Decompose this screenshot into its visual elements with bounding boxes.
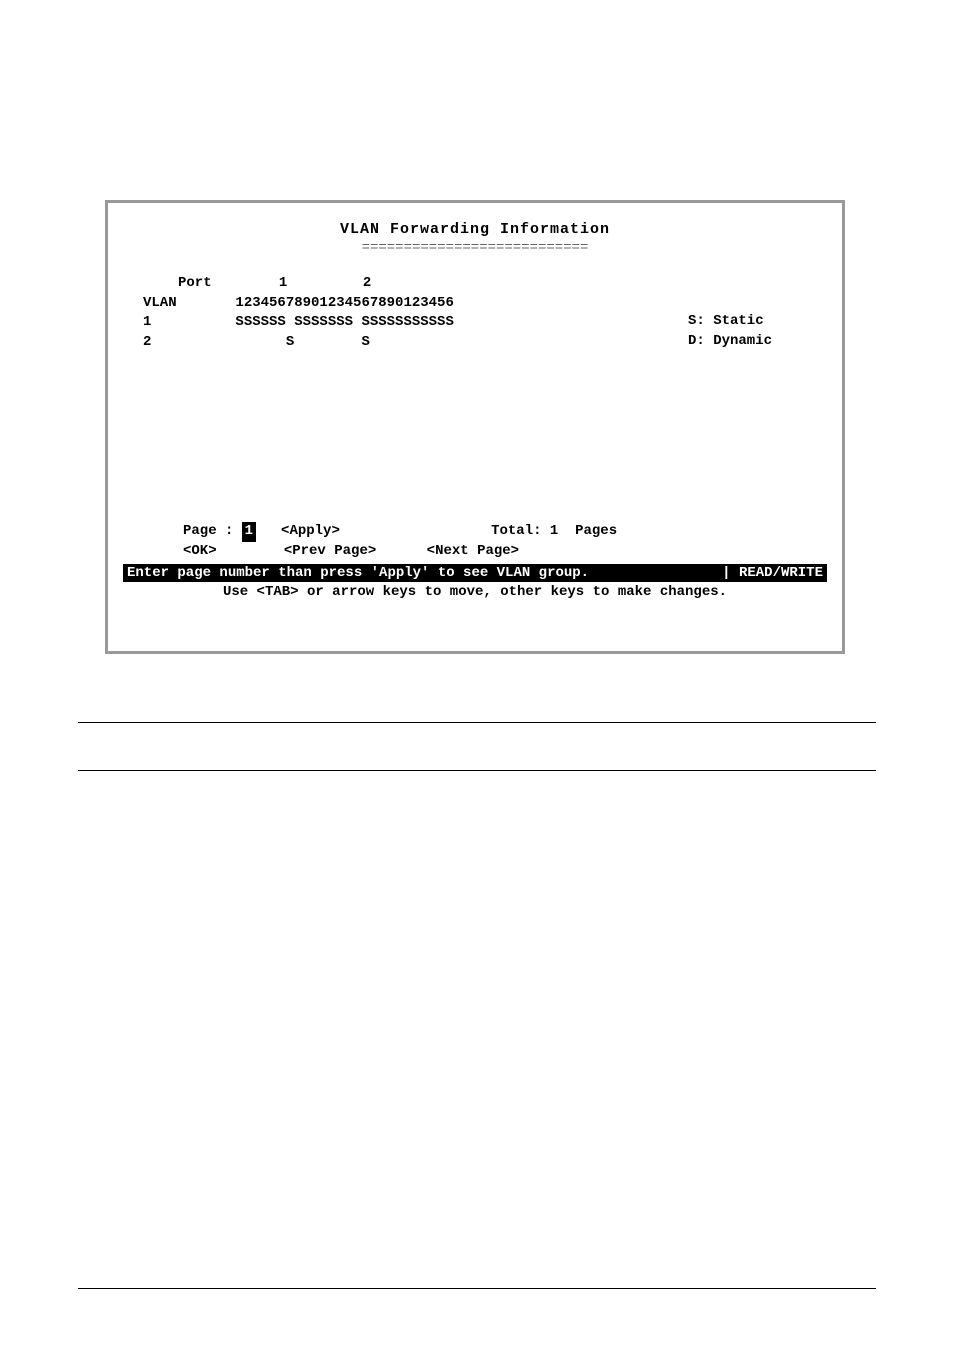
status-mode: | READ/WRITE <box>722 565 823 581</box>
status-bar: Enter page number than press 'Apply' to … <box>123 564 827 582</box>
divider-3 <box>78 1288 876 1289</box>
legend-static: S: Static <box>688 312 772 332</box>
legend: S: Static D: Dynamic <box>688 312 772 351</box>
pagination-row-1: Page : 1 <Apply> Total: 1 Pages <box>123 522 827 542</box>
ok-button[interactable]: <OK> <box>183 543 217 559</box>
terminal-window: VLAN Forwarding Information ============… <box>105 200 845 654</box>
next-page-button[interactable]: <Next Page> <box>427 543 519 559</box>
port-header-ones: VLAN 12345678901234567890123456 <box>123 294 827 314</box>
page-title: VLAN Forwarding Information <box>123 221 827 238</box>
pagination-row-2: <OK> <Prev Page> <Next Page> <box>123 542 827 562</box>
apply-button[interactable]: <Apply> <box>281 522 340 542</box>
legend-dynamic: D: Dynamic <box>688 332 772 352</box>
prev-page-button[interactable]: <Prev Page> <box>284 543 376 559</box>
title-underline: =========================== <box>123 240 827 256</box>
page-input[interactable]: 1 <box>242 522 256 542</box>
total-pages: Total: 1 Pages <box>491 522 617 542</box>
page-label: Page : <box>183 522 233 542</box>
divider-1 <box>78 722 876 723</box>
status-message: Enter page number than press 'Apply' to … <box>127 565 722 581</box>
port-header-tens: Port 1 2 <box>123 274 827 294</box>
help-text: Use <TAB> or arrow keys to move, other k… <box>123 584 827 600</box>
content-area: Port 1 2 VLAN 12345678901234567890123456… <box>123 274 827 562</box>
divider-2 <box>78 770 876 771</box>
